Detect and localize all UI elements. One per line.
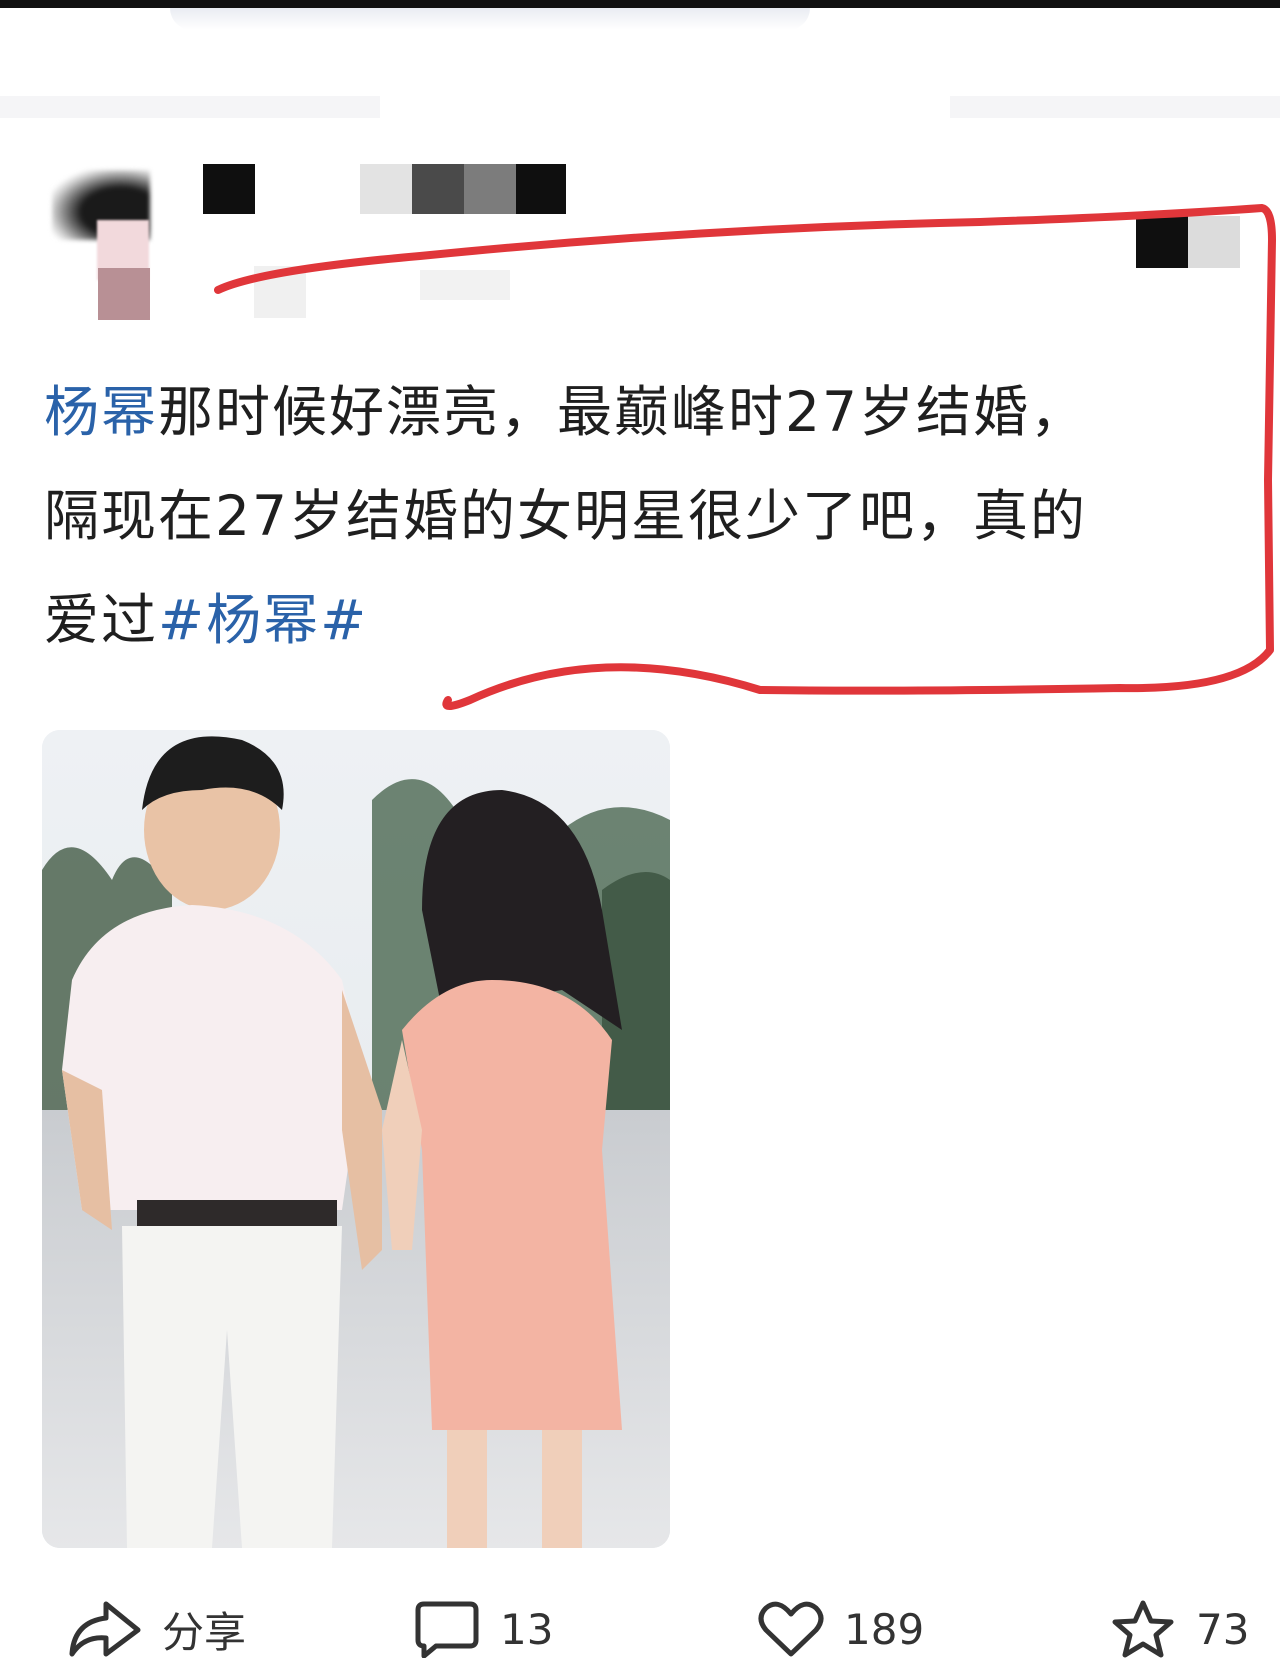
favorite-button[interactable]: 73: [1110, 1600, 1249, 1658]
share-label: 分享: [162, 1607, 247, 1657]
follow-pixel-1: [1136, 216, 1188, 268]
name-pixel-2: [360, 164, 412, 214]
name-pixel-1: [203, 164, 255, 214]
share-icon: [69, 1601, 141, 1657]
top-search-shadow: [170, 8, 810, 30]
action-bar: 分享 13 189 73: [0, 1596, 1280, 1658]
name-pixel-4: [464, 164, 516, 214]
favorite-count: 73: [1196, 1604, 1250, 1654]
status-bar-edge: [0, 0, 1280, 8]
share-button[interactable]: 分享: [66, 1600, 246, 1658]
hashtag-topic-link[interactable]: #杨幂#: [158, 588, 368, 652]
meta-pixel-2: [420, 270, 510, 300]
post-line-3: 爱过#杨幂#: [44, 568, 1244, 672]
post-page: 杨幂那时候好漂亮，最巅峰时27岁结婚， 隔现在27岁结婚的女明星很少了吧，真的 …: [0, 0, 1280, 1658]
like-count: 189: [844, 1604, 925, 1654]
avatar-lower: [98, 268, 150, 320]
meta-pixel-1: [254, 266, 306, 318]
post-line-1: 杨幂那时候好漂亮，最巅峰时27岁结婚，: [44, 360, 1244, 464]
post-photo[interactable]: [42, 730, 670, 1548]
couple-photo-illustration: [42, 730, 670, 1548]
post-line-3-text: 爱过: [44, 588, 159, 652]
like-button[interactable]: 189: [758, 1600, 924, 1658]
post-line-1-text: 那时候好漂亮，最巅峰时27岁结婚，: [158, 380, 1088, 444]
divider-band-left: [0, 96, 380, 118]
favorite-icon: [1112, 1600, 1174, 1658]
follow-pixel-2: [1188, 216, 1240, 268]
post-line-2: 隔现在27岁结婚的女明星很少了吧，真的: [44, 484, 1087, 548]
divider-band-right: [950, 96, 1280, 118]
name-pixel-5: [516, 164, 566, 214]
like-icon: [758, 1601, 824, 1657]
author-avatar[interactable]: [52, 160, 150, 320]
name-pixel-3: [412, 164, 464, 214]
comment-icon: [415, 1601, 479, 1658]
comment-button[interactable]: 13: [414, 1600, 553, 1658]
hashtag-link[interactable]: 杨幂: [44, 380, 158, 444]
comment-count: 13: [500, 1604, 554, 1654]
post-body: 杨幂那时候好漂亮，最巅峰时27岁结婚， 隔现在27岁结婚的女明星很少了吧，真的 …: [44, 360, 1244, 672]
